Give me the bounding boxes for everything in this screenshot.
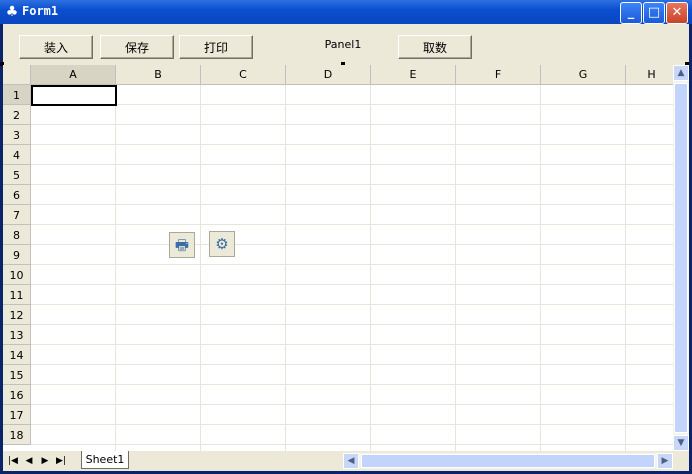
scroll-down-button[interactable]: ▼ <box>673 435 689 451</box>
toolbar-panel: 装入 保存 打印 Panel1 取数 <box>0 24 689 66</box>
last-sheet-button[interactable]: ▶| <box>53 453 69 469</box>
scroll-right-button[interactable]: ▶ <box>657 453 673 469</box>
row-header[interactable]: 3 <box>3 125 31 145</box>
prev-sheet-button[interactable]: ◀ <box>21 453 37 469</box>
minimize-button[interactable]: _ <box>620 2 642 24</box>
column-header[interactable]: D <box>286 65 371 85</box>
row-header[interactable]: 8 <box>3 225 31 245</box>
maximize-button[interactable]: □ <box>643 2 665 24</box>
next-sheet-button[interactable]: ▶ <box>37 453 53 469</box>
active-cell[interactable] <box>31 85 117 106</box>
row-header[interactable]: 10 <box>3 265 31 285</box>
vertical-scrollbar[interactable]: ▲ ▼ <box>673 65 689 451</box>
save-button[interactable]: 保存 <box>100 35 174 59</box>
load-button[interactable]: 装入 <box>19 35 93 59</box>
title-bar[interactable]: ♣ Form1 _ □ ✕ <box>0 0 692 24</box>
column-header[interactable]: H <box>626 65 678 85</box>
row-header[interactable]: 9 <box>3 245 31 265</box>
row-header[interactable]: 4 <box>3 145 31 165</box>
row-header[interactable]: 11 <box>3 285 31 305</box>
panel-label: Panel1 <box>324 38 362 51</box>
row-header[interactable]: 15 <box>3 365 31 385</box>
cell-area[interactable] <box>31 85 673 451</box>
close-button[interactable]: ✕ <box>666 2 688 24</box>
sheet-tab[interactable]: Sheet1 <box>81 451 129 469</box>
column-header[interactable]: G <box>541 65 626 85</box>
column-header[interactable]: B <box>116 65 201 85</box>
form-window: ♣ Form1 _ □ ✕ 装入 保存 打印 Panel1 取数 ABCDEFG… <box>0 0 692 474</box>
row-header[interactable]: 12 <box>3 305 31 325</box>
print-button[interactable]: 打印 <box>179 35 253 59</box>
column-header[interactable]: E <box>371 65 456 85</box>
column-header[interactable]: A <box>31 65 116 85</box>
app-icon: ♣ <box>5 4 19 20</box>
row-header[interactable]: 13 <box>3 325 31 345</box>
gear-icon[interactable]: ⚙ <box>209 231 235 257</box>
row-header[interactable]: 16 <box>3 385 31 405</box>
row-header[interactable]: 18 <box>3 425 31 445</box>
column-header[interactable]: C <box>201 65 286 85</box>
form-client: 装入 保存 打印 Panel1 取数 ABCDEFGH 1 2 3 4 5 6 7 8 9 10 1… <box>0 24 689 471</box>
vertical-scroll-thumb[interactable] <box>674 83 688 433</box>
fetch-button[interactable]: 取数 <box>398 35 472 59</box>
row-header[interactable]: 17 <box>3 405 31 425</box>
row-header[interactable]: 5 <box>3 165 31 185</box>
scroll-up-button[interactable]: ▲ <box>673 65 689 81</box>
horizontal-scroll-thumb[interactable] <box>361 454 655 468</box>
horizontal-scrollbar[interactable]: ◀ ▶ <box>343 453 673 469</box>
first-sheet-button[interactable]: |◀ <box>5 453 21 469</box>
row-header[interactable]: 7 <box>3 205 31 225</box>
window-title: Form1 <box>22 4 59 18</box>
sheet-bar: |◀ ◀ ▶ ▶| Sheet1 ◀ ▶ <box>3 451 689 471</box>
row-header[interactable]: 1 <box>3 85 31 105</box>
row-header[interactable]: 6 <box>3 185 31 205</box>
select-all-corner[interactable] <box>3 65 31 85</box>
row-header[interactable]: 2 <box>3 105 31 125</box>
column-header[interactable]: F <box>456 65 541 85</box>
printer-icon[interactable]: 🖶 <box>169 232 195 258</box>
spreadsheet-grid[interactable]: ABCDEFGH 1 2 3 4 5 6 7 8 9 10 11 12 13 14 15 16 17 18 🖶 ⚙… <box>3 65 689 471</box>
row-header[interactable]: 14 <box>3 345 31 365</box>
scroll-left-button[interactable]: ◀ <box>343 453 359 469</box>
